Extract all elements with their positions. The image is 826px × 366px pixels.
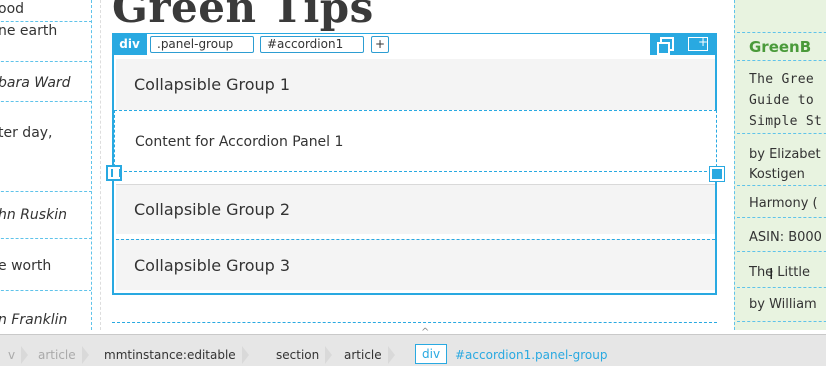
accordion-heading-3[interactable]: Collapsible Group 3 [116,239,715,290]
book-author-line: by Elizabet [749,147,821,162]
left-row: e worth [0,239,91,291]
accordion-content-1[interactable]: Content for Accordion Panel 1 [114,110,717,172]
left-row: bara Ward [0,62,91,102]
element-actions [650,33,717,55]
duplicate-icon[interactable] [657,37,674,55]
element-selection-bar: div .panel-group #accordion1 + [112,33,717,55]
page-heading: Green Tips [112,0,374,32]
tag-crumb-div[interactable]: div [415,344,448,364]
book-author-2: by William [737,292,826,322]
book-title-2: The Little [737,258,826,288]
left-row: ter day, [0,102,91,192]
text-cursor-icon: I [769,265,774,283]
tag-crumb-selector[interactable]: #accordion1.panel-group [447,346,616,364]
resize-handle-left[interactable] [106,165,122,181]
book-publisher: Harmony ( [737,190,826,218]
book-title-line: The Gree [749,72,815,87]
book-title-line: Guide to [749,93,815,108]
tag-label[interactable]: div [112,33,147,55]
accordion-panel-group[interactable]: Collapsible Group 1 Content for Accordio… [106,55,725,295]
id-chip[interactable]: #accordion1 [260,36,364,53]
right-column-title: GreenB [737,33,826,61]
book-title-block: The Gree Guide to Simple St [737,66,826,134]
tag-crumb-section[interactable]: section [268,346,340,364]
left-row: n Franklin [0,312,68,328]
accordion-heading-1[interactable]: Collapsible Group 1 [116,59,715,110]
accordion-heading-2[interactable]: Collapsible Group 2 [116,184,715,234]
left-column: ood ne earth bara Ward ter day, hn Ruski… [0,0,92,330]
tag-crumb-mmtinstance[interactable]: mmtinstance:editable [96,346,257,364]
column-guide [100,0,101,330]
book-asin: ASIN: B000 [737,224,826,252]
add-selector-button[interactable]: + [371,36,389,53]
add-column-icon[interactable] [688,35,708,51]
book-author-line: Kostigen [749,167,805,182]
section-guide [112,322,717,323]
left-row: ood [0,0,91,22]
class-chip[interactable]: .panel-group [150,36,254,53]
left-row: hn Ruskin [0,192,91,239]
book-author-block: by Elizabet Kostigen [737,140,826,186]
tag-crumb-article-2[interactable]: article [336,346,403,364]
left-row: ne earth [0,22,91,62]
tag-selector-bar: v article mmtinstance:editable section a… [0,327,826,366]
right-column: GreenB The Gree Guide to Simple St by El… [734,0,826,330]
right-top-spacer [737,0,826,33]
resize-handle-right[interactable] [709,166,725,182]
book-title-line: Simple St [749,114,823,129]
tag-crumb-article[interactable]: article [30,346,97,364]
